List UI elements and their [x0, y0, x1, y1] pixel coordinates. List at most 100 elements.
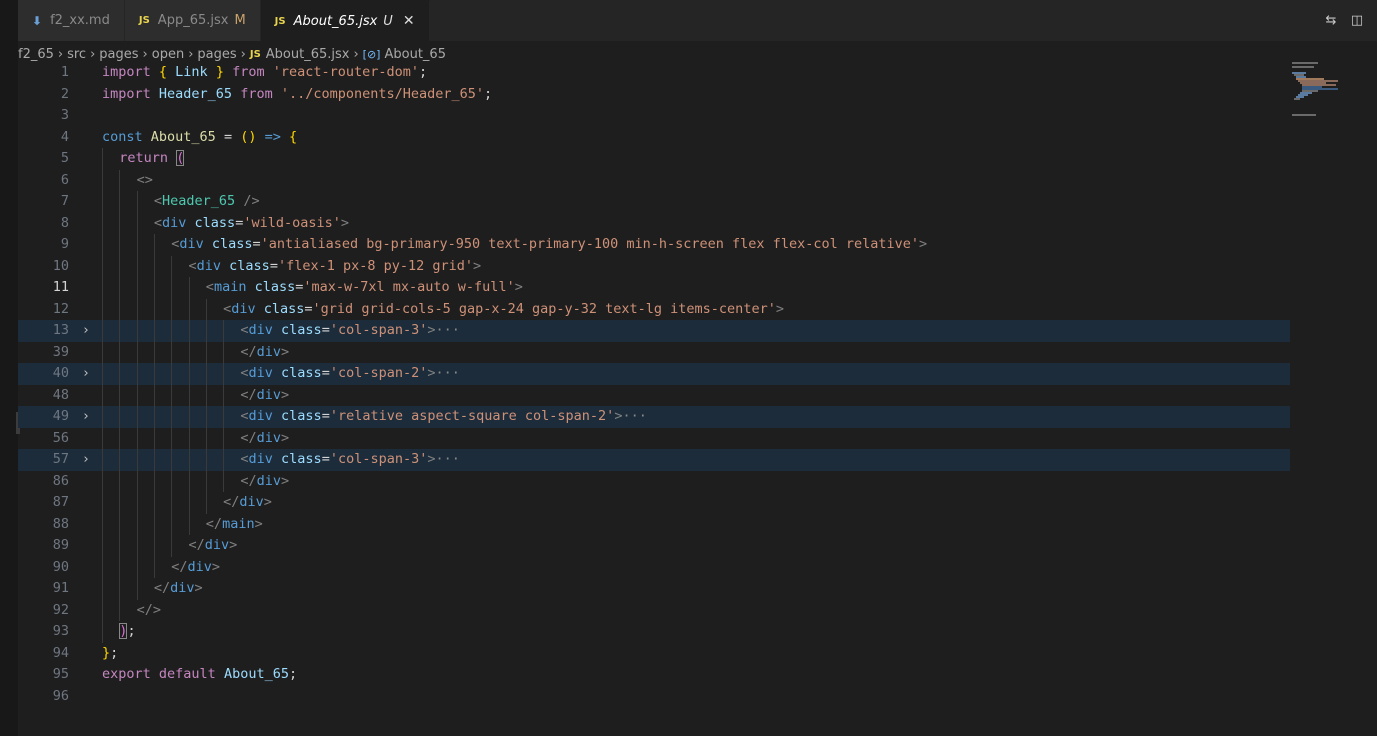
code-line[interactable]: 96: [18, 686, 1290, 708]
breadcrumb-folder[interactable]: pages: [197, 47, 236, 62]
code-token: return: [119, 150, 177, 166]
code-line[interactable]: 91 </div>: [18, 578, 1290, 600]
code-line[interactable]: 92 </>: [18, 599, 1290, 621]
code-line[interactable]: 11 <main class='max-w-7xl mx-auto w-full'…: [18, 277, 1290, 299]
code-line[interactable]: 57 › <div class='col-span-3'>···: [18, 449, 1290, 471]
chevron-right-icon[interactable]: ›: [82, 320, 94, 342]
code-line[interactable]: 88 </main>: [18, 513, 1290, 535]
indent-guide: [136, 427, 138, 449]
indent-guide: [205, 363, 207, 385]
code-line[interactable]: 39 </div>: [18, 341, 1290, 363]
indent-guide: [136, 341, 138, 363]
code-line[interactable]: 86 </div>: [18, 470, 1290, 492]
code-line[interactable]: 1 import { Link } from 'react-router-dom'…: [18, 62, 1290, 84]
indent-guide: [171, 320, 173, 342]
code-text: export default About_65;: [102, 664, 297, 686]
code-token: >: [211, 558, 220, 575]
code-token: div: [248, 365, 273, 381]
code-text: </div>: [189, 535, 238, 557]
line-number: 48: [52, 386, 69, 403]
code-line[interactable]: 5 return (: [18, 148, 1290, 170]
line-number: 88: [52, 515, 69, 532]
code-line[interactable]: 3: [18, 105, 1290, 127]
breadcrumb-file[interactable]: About_65.jsx: [266, 47, 350, 62]
code-line[interactable]: 89 </div>: [18, 535, 1290, 557]
code-token: div: [204, 537, 230, 553]
code-line[interactable]: 40 › <div class='col-span-2'>···: [18, 363, 1290, 385]
tab-app-65-jsx[interactable]: JS App_65.jsx M: [124, 0, 261, 41]
indent-guide: [171, 513, 173, 535]
code-token: div: [239, 494, 264, 510]
code-token: <: [188, 257, 197, 274]
close-icon[interactable]: ✕: [403, 13, 415, 29]
code-line[interactable]: 87 </div>: [18, 492, 1290, 514]
indent-guide: [136, 470, 138, 492]
code-line[interactable]: 93);: [18, 621, 1290, 643]
breadcrumb-folder[interactable]: pages: [99, 47, 138, 62]
code-token: class: [203, 236, 253, 252]
indent-guide: [102, 320, 103, 342]
code-token: import: [102, 85, 159, 102]
code-line[interactable]: 7 <Header_65 />: [18, 191, 1290, 213]
line-number: 3: [60, 107, 69, 123]
indent-guide: [102, 148, 103, 170]
breadcrumb-folder[interactable]: open: [152, 47, 184, 62]
tab-label: About_65.jsx: [293, 13, 378, 29]
tab-f2-xx-md[interactable]: ⬇ f2_xx.md: [18, 0, 125, 41]
indent-guide: [205, 341, 207, 363]
code-token: =: [321, 365, 330, 381]
line-number: 4: [60, 128, 69, 145]
code-token: ···: [622, 408, 647, 424]
chevron-right-icon[interactable]: ›: [82, 406, 94, 428]
code-line[interactable]: 90 </div>: [18, 556, 1290, 578]
chevron-right-icon[interactable]: ›: [82, 363, 94, 385]
code-token: class: [272, 365, 322, 381]
indent-guide: [205, 384, 207, 406]
code-token: >: [229, 537, 238, 553]
minimap[interactable]: [1292, 62, 1364, 142]
code-editor[interactable]: 1 import { Link } from 'react-router-dom'…: [18, 62, 1290, 736]
code-line[interactable]: 4 const About_65 = () => {: [18, 127, 1290, 149]
line-number: 1: [60, 64, 69, 80]
line-number: 90: [52, 558, 69, 575]
line-number: 56: [52, 429, 69, 446]
code-line[interactable]: 48 </div>: [18, 384, 1290, 406]
code-line[interactable]: 49 › <div class='relative aspect-square co…: [18, 406, 1290, 428]
breadcrumb-symbol[interactable]: About_65: [384, 47, 445, 62]
code-line[interactable]: 13 › <div class='col-span-3'>···: [18, 320, 1290, 342]
tab-about-65-jsx[interactable]: JS About_65.jsx U ✕: [260, 0, 430, 41]
chevron-right-icon[interactable]: ›: [82, 449, 94, 471]
indent-guide: [223, 384, 225, 406]
code-line[interactable]: 56 </div>: [18, 427, 1290, 449]
indent-guide: [136, 449, 138, 471]
code-line[interactable]: 6 <>: [18, 169, 1290, 191]
compare-changes-icon[interactable]: ⇆: [1323, 13, 1339, 29]
code-line[interactable]: 9 <div class='antialiased bg-primary-950 …: [18, 234, 1290, 256]
indent-guide: [153, 556, 155, 578]
code-line[interactable]: 8 <div class='wild-oasis'>: [18, 212, 1290, 234]
tab-status-badge: M: [234, 13, 246, 28]
code-token: >: [918, 236, 928, 252]
code-token: <: [153, 214, 163, 231]
indent-guide: [102, 599, 103, 621]
breadcrumb-folder[interactable]: src: [67, 47, 86, 62]
code-token: <: [153, 193, 163, 209]
code-line[interactable]: 2 import Header_65 from '../components/He…: [18, 84, 1290, 106]
indent-guide: [153, 341, 155, 363]
line-number: 49: [52, 408, 69, 424]
code-line[interactable]: 10 <div class='flex-1 px-8 py-12 grid'>: [18, 255, 1290, 277]
indent-guide: [136, 513, 138, 535]
code-line[interactable]: 12 <div class='grid grid-cols-5 gap-x-24 …: [18, 298, 1290, 320]
code-token: main: [222, 515, 255, 532]
code-token: import: [102, 64, 159, 80]
split-editor-icon[interactable]: ◫: [1349, 13, 1365, 29]
indent-guide: [136, 556, 138, 578]
code-token: </: [205, 515, 223, 532]
indent-guide: [171, 406, 173, 428]
code-line[interactable]: 94};: [18, 643, 1290, 665]
breadcrumb-folder[interactable]: f2_65: [18, 47, 54, 62]
indent-guide: [102, 621, 103, 643]
tab-label: App_65.jsx: [157, 13, 229, 28]
code-line[interactable]: 95 export default About_65;: [18, 664, 1290, 686]
indent-guide: [119, 384, 121, 406]
